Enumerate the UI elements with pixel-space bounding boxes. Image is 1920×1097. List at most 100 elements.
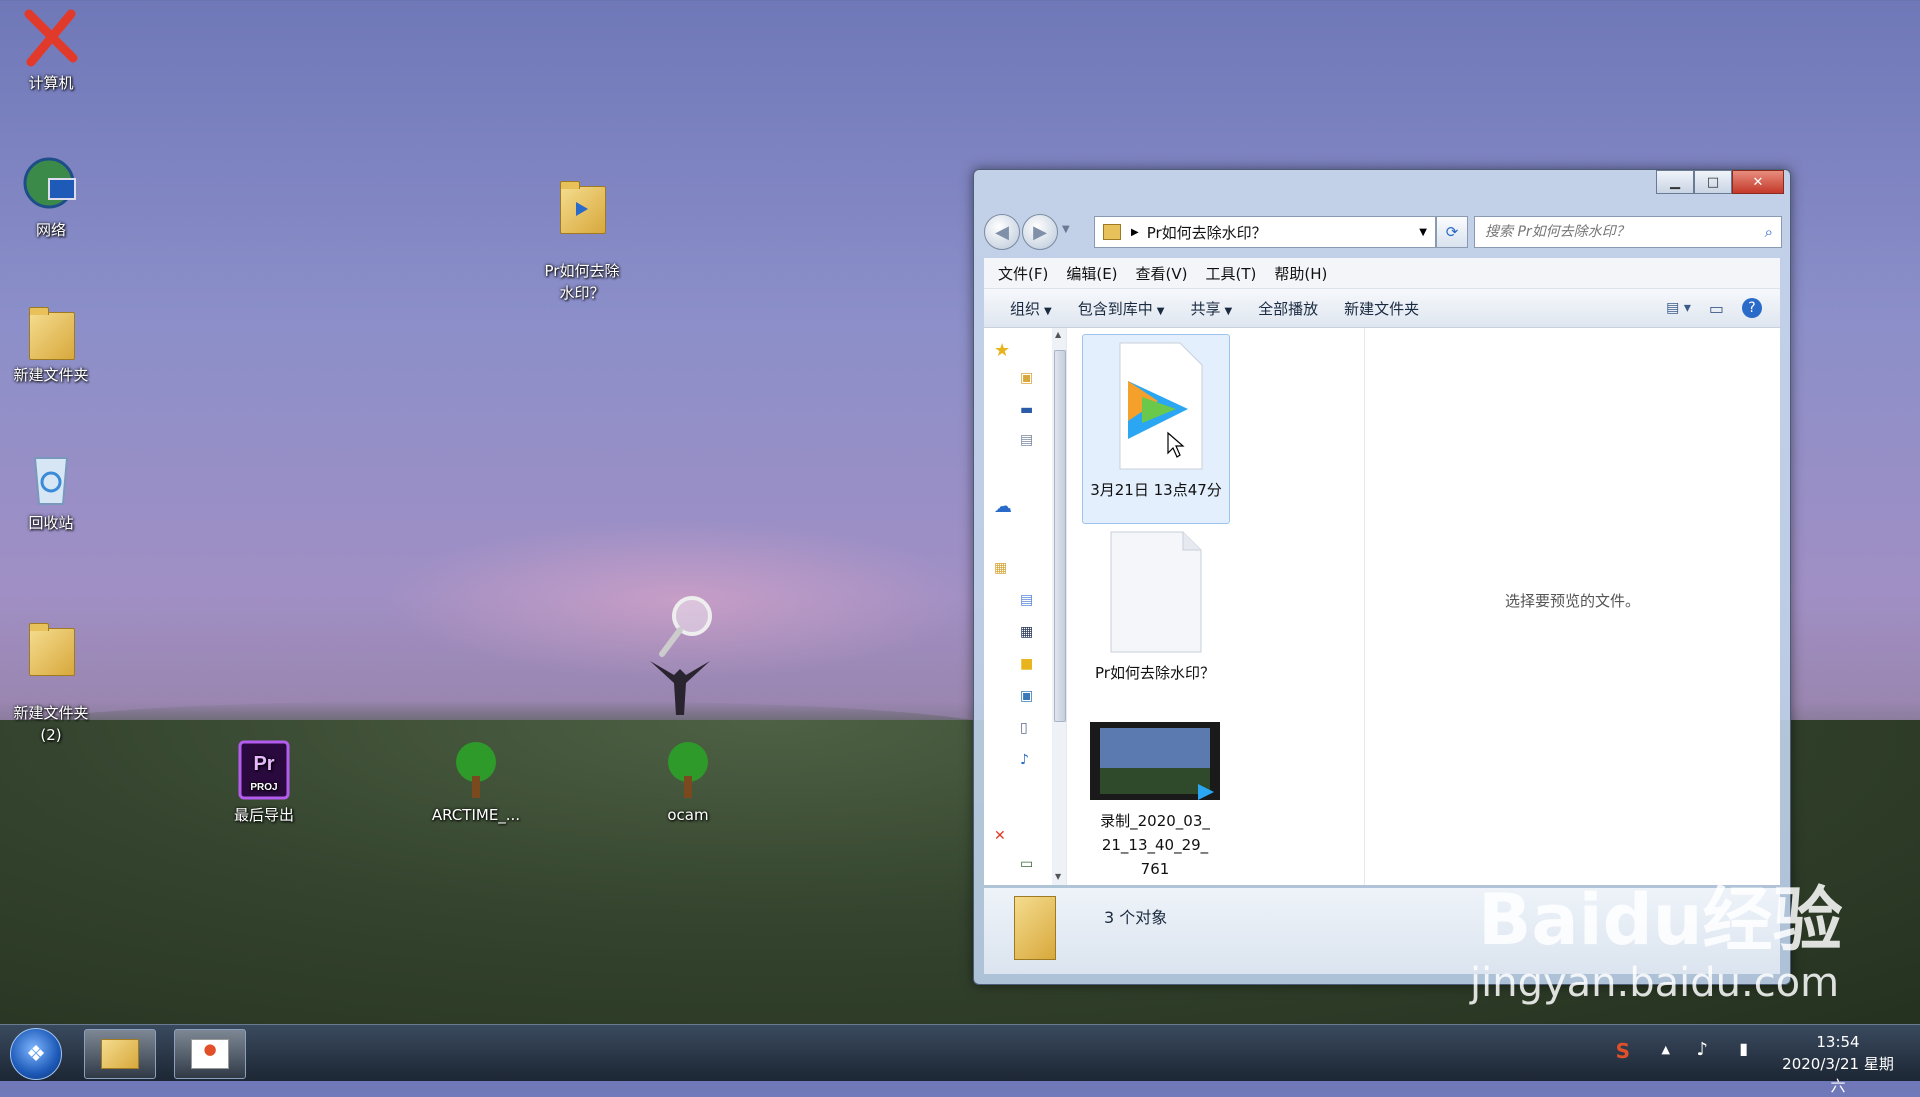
help-icon[interactable]: ?: [1742, 298, 1762, 318]
back-button[interactable]: ◀: [984, 214, 1020, 250]
desktop-icon-label: 新建文件夹: [13, 366, 89, 384]
show-hidden-icons-icon[interactable]: ▲: [1662, 1043, 1670, 1056]
play-all-button[interactable]: 全部播放: [1258, 298, 1318, 319]
view-options-icon[interactable]: ▤ ▾: [1666, 300, 1691, 316]
file-item[interactable]: 录制_2020_03_21_13_40_29_761: [1082, 720, 1228, 880]
favorites-star-icon[interactable]: ★: [994, 340, 1054, 364]
video-folder-icon: [552, 174, 612, 234]
desktop-icon-arctime[interactable]: ARCTIME_...: [428, 740, 524, 826]
desktop-icon-label: 回收站: [28, 514, 74, 532]
share-button[interactable]: 共享 ▼: [1190, 298, 1232, 319]
close-button[interactable]: ✕: [1732, 170, 1784, 194]
watermark-brand: Baidu经验: [1478, 879, 1843, 961]
folder-icon: [21, 300, 81, 360]
desktop-icon-label: ocam: [667, 806, 709, 824]
maximize-button[interactable]: □: [1694, 170, 1732, 194]
scroll-up-icon[interactable]: ▲: [1055, 330, 1061, 339]
baidu-watermark: Baidu经验 jingyan.baidu.com: [1470, 880, 1843, 1006]
desktop-icon-recycle-bin[interactable]: 回收站: [3, 448, 99, 534]
forward-button[interactable]: ▶: [1022, 214, 1058, 250]
file-list: 3月21日 13点47分 Pr如何去除水印？ 录制_2020_03_21_13_…: [1068, 328, 1348, 885]
desktop-icon-label: 计算机: [28, 74, 74, 92]
address-dropdown-icon[interactable]: ▼: [1419, 227, 1427, 238]
person-silhouette: [650, 661, 710, 715]
network-globe-icon: [21, 155, 81, 215]
cloud-icon[interactable]: ☁: [994, 496, 1054, 520]
search-box[interactable]: ⌕: [1474, 216, 1782, 248]
content-area: ★ ▣ ▬ ▤ ☁ ▦ ▤ ▦ ■ ▣ ▯ ♪ ✕ ▭ ▲ ▼ 3月21日 13…: [984, 328, 1780, 885]
computer-icon[interactable]: ✕: [994, 828, 1054, 852]
breadcrumb-arrow-icon[interactable]: ▶: [1131, 227, 1139, 238]
magnifier-icon: [659, 596, 712, 657]
tencent-video-icon: [1119, 342, 1203, 470]
desktop-icon-new-folder[interactable]: 新建文件夹: [3, 300, 99, 386]
share-label: 共享: [1190, 299, 1221, 318]
organize-button[interactable]: 组织 ▼: [1010, 298, 1052, 319]
chevron-down-icon: ▼: [1044, 305, 1052, 317]
preview-pane-icon[interactable]: ▭: [1709, 299, 1724, 318]
desktop-icon-label: 网络: [35, 221, 66, 239]
desktop-icon-ocam[interactable]: ocam: [640, 740, 736, 826]
watermark-url: jingyan.baidu.com: [1470, 960, 1840, 1006]
item-count: 3 个对象: [1104, 908, 1168, 927]
nav-scrollbar[interactable]: ▲ ▼: [1052, 328, 1066, 885]
tree-icon: [658, 740, 718, 800]
recent-pages-chevron-icon[interactable]: ▼: [1062, 224, 1070, 235]
menu-bar: 文件(F) 编辑(E) 查看(V) 工具(T) 帮助(H): [984, 258, 1780, 289]
libraries-icon[interactable]: ▦: [994, 560, 1054, 584]
chevron-down-icon: ▼: [1156, 305, 1165, 317]
computer-icon: [21, 8, 81, 68]
preview-message: 选择要预览的文件。: [1504, 592, 1640, 610]
taskbar-explorer-button[interactable]: [84, 1029, 156, 1079]
search-icon[interactable]: ⌕: [1765, 223, 1773, 241]
menu-tools[interactable]: 工具(T): [1206, 263, 1257, 284]
refresh-button[interactable]: ⟳: [1436, 216, 1468, 248]
menu-file[interactable]: 文件(F): [998, 263, 1048, 284]
menu-help[interactable]: 帮助(H): [1274, 263, 1327, 284]
desktop-icon-label: ARCTIME_...: [431, 806, 521, 824]
minimize-button[interactable]: ▁: [1656, 170, 1694, 194]
desktop-icon-pr-folder[interactable]: Pr如何去除 水印？: [534, 152, 630, 326]
premiere-project-icon: Pr PROJ: [234, 740, 294, 800]
desktop-icon-label: 最后导出: [233, 806, 294, 824]
desktop-icon-new-folder-2[interactable]: 新建文件夹 (2): [3, 594, 99, 768]
taskbar-app-button[interactable]: ●: [174, 1029, 246, 1079]
file-name: 3月21日 13点47分: [1090, 481, 1222, 499]
taskbar: ❖ ● S ▲ ♪ ▮ 13:54 2020/3/21 星期六: [0, 1024, 1920, 1095]
chevron-down-icon: ▼: [1224, 305, 1233, 317]
desktop-icon-computer[interactable]: 计算机: [3, 8, 99, 94]
windows-logo-icon: ❖: [26, 1041, 46, 1067]
network-signal-icon[interactable]: ▮: [1739, 1039, 1748, 1058]
scroll-down-icon[interactable]: ▼: [1055, 872, 1061, 881]
scrollbar-thumb[interactable]: [1054, 350, 1066, 722]
tree-icon: [446, 740, 506, 800]
include-in-library-button[interactable]: 包含到库中 ▼: [1078, 298, 1165, 319]
explorer-window[interactable]: ▁ □ ✕ ◀ ▶ ▼ ▶ Pr如何去除水印？ ▼ ⟳ ⌕ 文件(F) 编辑(E…: [973, 169, 1791, 985]
desktop-icon-label: 新建文件夹 (2): [13, 704, 89, 744]
svg-text:Pr: Pr: [253, 753, 274, 775]
file-item[interactable]: Pr如何去除水印？: [1082, 530, 1228, 710]
menu-view[interactable]: 查看(V): [1136, 263, 1188, 284]
volume-icon[interactable]: ♪: [1697, 1039, 1709, 1060]
clock[interactable]: 13:54 2020/3/21 星期六: [1778, 1031, 1898, 1097]
new-folder-button[interactable]: 新建文件夹: [1344, 298, 1419, 319]
address-bar[interactable]: ▶ Pr如何去除水印？ ▼: [1094, 216, 1436, 248]
navigation-bar: ◀ ▶ ▼ ▶ Pr如何去除水印？ ▼ ⟳ ⌕: [984, 212, 1782, 250]
window-controls: ▁ □ ✕: [1656, 170, 1784, 194]
start-button[interactable]: ❖: [10, 1028, 62, 1080]
desktop-icon-final-export[interactable]: Pr PROJ 最后导出: [216, 740, 312, 826]
file-name: Pr如何去除水印？: [1095, 664, 1215, 682]
file-item[interactable]: 3月21日 13点47分: [1082, 334, 1230, 524]
search-input[interactable]: [1483, 223, 1765, 241]
address-text: Pr如何去除水印？: [1146, 223, 1267, 242]
desktop-icon-network[interactable]: 网络: [3, 155, 99, 241]
folder-icon: [1014, 896, 1056, 960]
organize-label: 组织: [1010, 299, 1041, 318]
clock-time: 13:54: [1816, 1033, 1860, 1051]
clock-date: 2020/3/21 星期六: [1782, 1055, 1894, 1095]
ime-icon[interactable]: S: [1616, 1039, 1630, 1063]
menu-edit[interactable]: 编辑(E): [1066, 263, 1117, 284]
slideshow-app-icon: ●: [191, 1039, 229, 1069]
folder-icon: [21, 616, 81, 676]
command-bar: 组织 ▼ 包含到库中 ▼ 共享 ▼ 全部播放 新建文件夹 ▤ ▾ ▭ ?: [984, 289, 1780, 328]
